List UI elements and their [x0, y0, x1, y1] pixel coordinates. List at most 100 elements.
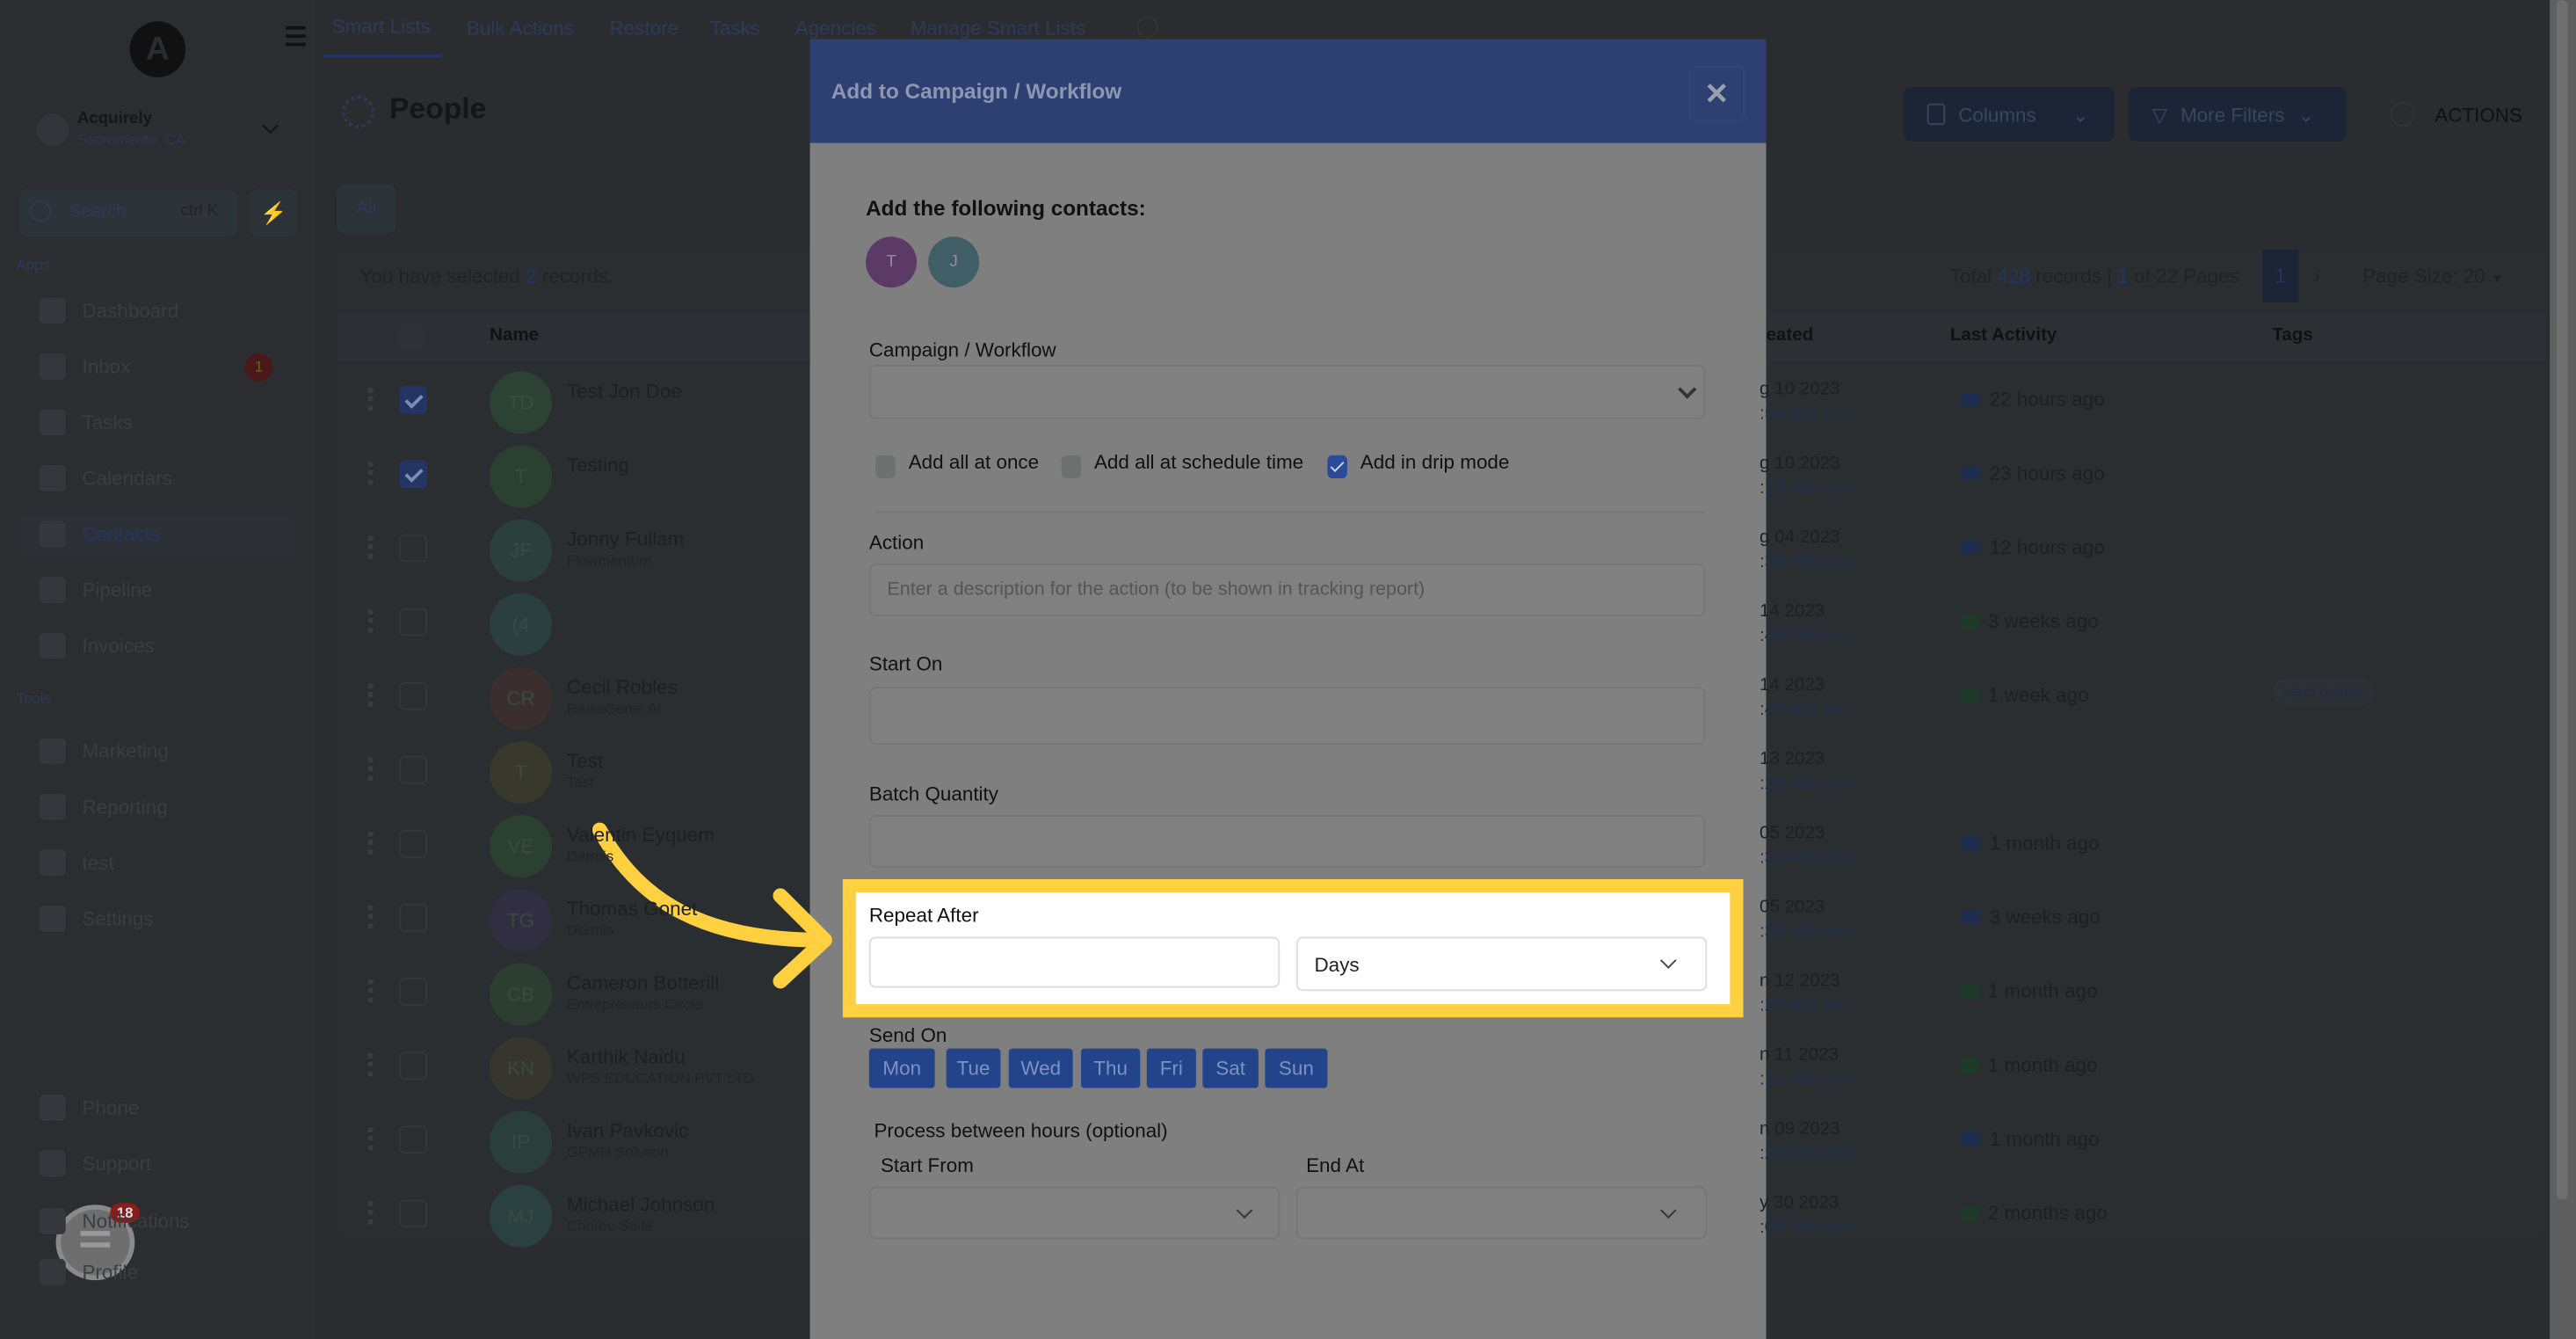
- sidebar-item-calendars[interactable]: Calendars: [39, 465, 172, 491]
- sidebar-item-contacts[interactable]: Contacts: [39, 520, 160, 548]
- sidebar-item-inbox[interactable]: Inbox 1: [39, 353, 273, 382]
- column-header-name[interactable]: Name: [490, 325, 539, 345]
- page-scrollbar[interactable]: [2550, 0, 2576, 1339]
- row-checkbox[interactable]: [399, 386, 428, 415]
- sidebar-item-tasks[interactable]: Tasks: [39, 409, 133, 436]
- contact-name[interactable]: Test: [567, 749, 603, 772]
- table-row[interactable]: JF Jonny Fullam Flowmentum g 04 2023:38 PM(…: [337, 514, 2546, 588]
- created-time: :39 AM (PDT): [1760, 922, 1856, 942]
- row-checkbox[interactable]: [399, 978, 428, 1007]
- row-checkbox[interactable]: [399, 534, 428, 563]
- next-page-icon[interactable]: ›: [2313, 263, 2320, 287]
- search-placeholder: Search: [69, 201, 127, 222]
- scrollbar-thumb[interactable]: [2556, 0, 2568, 1200]
- contact-name[interactable]: Cecil Robles: [567, 675, 678, 698]
- table-row[interactable]: TG Thomas Gonet Dermis 05 2023:39 AM (PDT) 3…: [337, 884, 2546, 958]
- row-menu-icon[interactable]: [367, 757, 374, 781]
- activity-text: 22 hours ago: [1989, 388, 2105, 411]
- row-checkbox[interactable]: [399, 460, 428, 489]
- settings-icon[interactable]: [1136, 16, 1158, 38]
- contact-name[interactable]: Testing: [567, 454, 629, 477]
- column-header-tags[interactable]: Tags: [2272, 325, 2312, 345]
- contact-name[interactable]: Karthik Naidu: [567, 1045, 686, 1068]
- close-button[interactable]: ✕: [1688, 65, 1745, 122]
- collapse-sidebar-icon[interactable]: [286, 25, 306, 30]
- created-date: 14 2023:49 PM (PDT): [1760, 588, 1973, 662]
- tab-tasks[interactable]: Tasks: [710, 17, 760, 40]
- row-menu-icon[interactable]: [367, 1201, 374, 1225]
- sidebar-item-invoices[interactable]: Invoices: [39, 632, 155, 659]
- row-menu-icon[interactable]: [367, 905, 374, 929]
- row-menu-icon[interactable]: [367, 683, 374, 707]
- row-checkbox[interactable]: [399, 681, 428, 710]
- row-checkbox[interactable]: [399, 1125, 428, 1154]
- contact-name[interactable]: Ivan Pavkovic: [567, 1119, 688, 1142]
- sidebar-item-pipeline[interactable]: Pipeline: [39, 577, 152, 604]
- contact-name[interactable]: Cameron Botterill: [567, 972, 719, 994]
- row-menu-icon[interactable]: [367, 831, 374, 855]
- tools-section-label: Tools: [16, 690, 51, 707]
- sidebar-item-notifications[interactable]: Notifications: [39, 1207, 190, 1234]
- row-checkbox[interactable]: [399, 608, 428, 637]
- contact-name[interactable]: Valentin Eyquem: [567, 824, 715, 847]
- more-filters-button[interactable]: ▽ More Filters ⌄: [2129, 87, 2347, 142]
- page-1-button[interactable]: 1: [2262, 250, 2299, 302]
- account-switcher[interactable]: Acquirely Sacramento, CA: [33, 107, 287, 156]
- row-checkbox[interactable]: [399, 755, 428, 784]
- tag-badge[interactable]: send review: [2272, 679, 2375, 705]
- contact-name[interactable]: Test Jon Doe: [567, 380, 682, 403]
- sidebar-item-profile[interactable]: Profile: [39, 1258, 138, 1285]
- tab-bulk-actions[interactable]: Bulk Actions: [467, 17, 574, 40]
- table-row[interactable]: CB Cameron Botterill Entrepreneurs Circle n…: [337, 958, 2546, 1032]
- table-row[interactable]: T Testing g 10 2023:19 AM (PDT) 23 hours ago: [337, 440, 2546, 514]
- row-menu-icon[interactable]: [367, 388, 374, 411]
- tab-manage-smart-lists[interactable]: Manage Smart Lists: [911, 17, 1085, 40]
- sidebar-item-phone[interactable]: Phone: [39, 1094, 139, 1121]
- quick-action-button[interactable]: ⚡: [250, 188, 298, 237]
- page-size-select[interactable]: Page Size: 20 ▼: [2362, 265, 2504, 287]
- table-row[interactable]: TD Test Jon Doe g 10 2023:55 AM (PDT) 22 hou…: [337, 367, 2546, 440]
- location-icon: [36, 113, 69, 147]
- table-row[interactable]: VE Valentin Eyquem Dermis 05 2023:37 AM (PD…: [337, 811, 2546, 884]
- sidebar-item-marketing[interactable]: Marketing: [39, 738, 169, 765]
- row-menu-icon[interactable]: [367, 462, 374, 485]
- column-header-created[interactable]: eated: [1766, 325, 1813, 345]
- row-checkbox[interactable]: [399, 904, 428, 932]
- row-checkbox[interactable]: [399, 1199, 428, 1228]
- row-checkbox[interactable]: [399, 1052, 428, 1081]
- table-row[interactable]: MJ Michael Johnson Choreo Suite y 30 2023:0…: [337, 1180, 2546, 1254]
- sidebar-item-support[interactable]: Support: [39, 1150, 151, 1177]
- table-row[interactable]: T Test Test 13 2023:26 AM (PDT): [337, 736, 2546, 810]
- row-menu-icon[interactable]: [367, 609, 374, 633]
- modal-title: Add to Campaign / Workflow: [831, 78, 1122, 104]
- contact-name[interactable]: Jonny Fullam: [567, 528, 684, 550]
- sidebar-item-settings[interactable]: Settings: [39, 905, 154, 932]
- select-all-checkbox[interactable]: [399, 324, 424, 349]
- created-date: 05 2023:37 AM (PDT): [1760, 811, 1973, 884]
- table-row[interactable]: (4 14 2023:49 PM (PDT) 3 weeks ago: [337, 588, 2546, 662]
- columns-button[interactable]: Columns ⌄: [1904, 87, 2115, 142]
- row-checkbox[interactable]: [399, 829, 428, 858]
- row-menu-icon[interactable]: [367, 535, 374, 559]
- column-header-last-activity[interactable]: Last Activity: [1950, 325, 2057, 345]
- activity-text: 1 week ago: [1987, 683, 2089, 707]
- sidebar-item-dashboard[interactable]: Dashboard: [39, 297, 178, 324]
- actions-button[interactable]: ACTIONS: [2390, 101, 2522, 127]
- row-menu-icon[interactable]: [367, 1053, 374, 1077]
- tab-active-underline: [323, 54, 442, 58]
- sidebar-item-test[interactable]: test: [39, 849, 114, 877]
- contact-name[interactable]: Thomas Gonet: [567, 898, 697, 921]
- table-row[interactable]: KN Karthik Naidu WPS EDUCATION PVT LTD n 11…: [337, 1032, 2546, 1106]
- table-row[interactable]: IP Ivan Pavkovic GPMH Solution n 09 2023:26…: [337, 1106, 2546, 1180]
- tab-restore[interactable]: Restore: [610, 17, 679, 40]
- row-menu-icon[interactable]: [367, 1127, 374, 1151]
- contact-name[interactable]: Michael Johnson: [567, 1193, 715, 1216]
- created-day: g 10 2023: [1760, 379, 1840, 400]
- tab-smart-lists[interactable]: Smart Lists: [332, 15, 431, 38]
- tab-all[interactable]: All: [337, 184, 396, 234]
- search-input[interactable]: Search ctrl K: [19, 188, 237, 237]
- sidebar-item-reporting[interactable]: Reporting: [39, 793, 168, 820]
- tab-agencies[interactable]: Agencies: [795, 17, 876, 40]
- table-row[interactable]: CR Cecil Robles RaiseGenie AI 14 2023:47 A…: [337, 662, 2546, 736]
- row-menu-icon[interactable]: [367, 979, 374, 1003]
